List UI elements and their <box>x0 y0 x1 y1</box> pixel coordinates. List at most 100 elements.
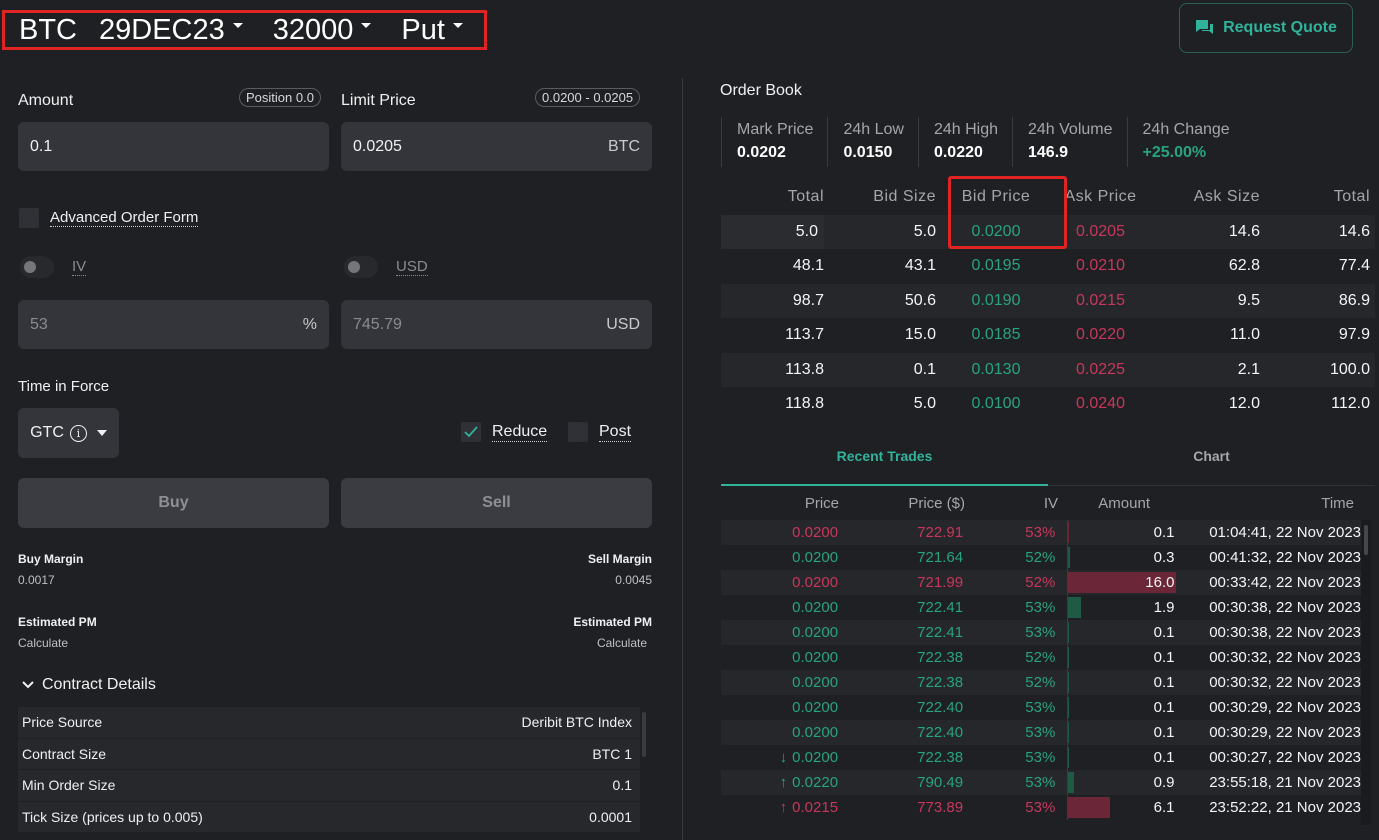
contract-details-title: Contract Details <box>42 676 156 693</box>
trade-price: 0.0200 <box>721 649 838 666</box>
detail-key: Min Order Size <box>22 777 116 794</box>
limit-price-input[interactable]: 0.0205 BTC <box>341 122 652 171</box>
reduce-label[interactable]: Reduce <box>492 423 548 442</box>
usd-input[interactable]: 745.79 USD <box>341 300 652 349</box>
order-book-row[interactable]: 48.1 43.1 0.0195 0.0210 62.8 77.4 <box>721 249 1375 284</box>
panel-divider <box>682 78 683 840</box>
order-book-title: Order Book <box>720 82 802 99</box>
trade-row: 0.0200 722.40 53% 0.1 00:30:29, 22 Nov 2023 <box>721 720 1361 745</box>
contract-details-toggle[interactable]: Contract Details <box>22 676 156 694</box>
limit-price-label: Limit Price <box>341 92 416 109</box>
column-header: Amount <box>1098 494 1150 512</box>
contract-detail-row: Price Source Deribit BTC Index <box>18 707 640 739</box>
arrow-down-icon: ↓ <box>779 749 788 766</box>
trade-iv: 53% <box>1025 724 1056 741</box>
trade-row: 0.0200 722.91 53% 0.1 01:04:41, 22 Nov 2023 <box>721 520 1361 545</box>
sell-margin-value: 0.0045 <box>615 573 652 587</box>
amount-input[interactable]: 0.1 <box>18 122 329 171</box>
scrollbar-thumb[interactable] <box>1364 525 1368 555</box>
trade-price-usd: 790.49 <box>917 774 964 791</box>
option-type-dropdown[interactable]: Put <box>401 14 463 47</box>
estimated-pm-calculate-link[interactable]: Calculate <box>18 636 68 650</box>
usd-toggle[interactable] <box>344 256 378 278</box>
iv-toggle[interactable] <box>20 256 54 278</box>
trade-amount-value: 0.1 <box>1153 524 1175 541</box>
advanced-order-checkbox[interactable] <box>19 208 39 228</box>
iv-input[interactable]: 53 % <box>18 300 329 349</box>
estimated-pm-label: Estimated PM <box>18 615 97 629</box>
trade-iv: 53% <box>1025 599 1056 616</box>
checkmark-icon <box>464 426 478 438</box>
trade-amount-value: 0.3 <box>1153 549 1175 566</box>
iv-toggle-label: IV <box>72 258 87 276</box>
contract-detail-row: Contract Size BTC 1 <box>18 738 640 770</box>
total-ask-cell: 14.6 <box>1338 222 1370 240</box>
column-header: Ask Price <box>1064 188 1137 206</box>
order-book-row[interactable]: 5.0 5.0 0.0200 0.0205 14.6 14.6 <box>721 214 1375 249</box>
trade-price: ↓ 0.0200 <box>721 749 838 766</box>
order-book-row[interactable]: 98.7 50.6 0.0190 0.0215 9.5 86.9 <box>721 283 1375 318</box>
trade-amount-value: 16.0 <box>1145 574 1175 591</box>
trade-time: 01:04:41, 22 Nov 2023 <box>1209 524 1362 541</box>
trade-price: 0.0200 <box>721 699 838 716</box>
trade-price-usd: 722.40 <box>917 724 964 741</box>
trade-time: 00:30:29, 22 Nov 2023 <box>1209 724 1362 741</box>
chevron-down-icon <box>22 681 34 689</box>
tab-chart[interactable]: Chart <box>1048 441 1375 485</box>
trade-price: 0.0200 <box>721 549 838 566</box>
instrument-selector: BTC 29DEC23 32000 Put <box>2 10 487 50</box>
order-book-row[interactable]: 118.8 5.0 0.0100 0.0240 12.0 112.0 <box>721 387 1375 422</box>
trade-amount: 0.1 <box>1067 695 1176 720</box>
trades-tabs: Recent Trades Chart <box>721 441 1375 486</box>
trade-row: 0.0200 721.64 52% 0.3 00:41:32, 22 Nov 2023 <box>721 545 1361 570</box>
stat-label: Mark Price <box>737 121 814 138</box>
request-quote-label: Request Quote <box>1223 19 1337 36</box>
total-bid-cell: 113.8 <box>785 360 824 378</box>
trade-row: 0.0200 722.40 53% 0.1 00:30:29, 22 Nov 2023 <box>721 695 1361 720</box>
trade-row: 0.0200 722.38 52% 0.1 00:30:32, 22 Nov 2023 <box>721 645 1361 670</box>
reduce-checkbox[interactable] <box>461 422 481 442</box>
trade-amount: 0.1 <box>1067 670 1176 695</box>
bid-size-cell: 15.0 <box>904 326 936 344</box>
total-ask-cell: 77.4 <box>1338 257 1370 275</box>
expiry-dropdown[interactable]: 29DEC23 <box>99 14 243 47</box>
ask-price-cell: 0.0215 <box>1076 291 1125 309</box>
request-quote-button[interactable]: Request Quote <box>1179 3 1353 53</box>
total-ask-cell: 112.0 <box>1331 395 1370 413</box>
recent-trades-scrollbar[interactable] <box>1361 520 1371 825</box>
trade-iv: 53% <box>1025 699 1056 716</box>
post-label[interactable]: Post <box>599 423 632 442</box>
trade-amount: 1.9 <box>1067 595 1176 620</box>
buy-button[interactable]: Buy <box>18 478 329 528</box>
trade-amount-value: 0.1 <box>1153 699 1175 716</box>
contract-details-scrollbar[interactable] <box>642 712 646 757</box>
total-bid-cell: 118.8 <box>785 395 824 413</box>
total-ask-cell: 100.0 <box>1329 360 1370 378</box>
trade-price-usd: 721.99 <box>917 574 964 591</box>
trade-row: 0.0200 721.99 52% 16.0 00:33:42, 22 Nov 2023 <box>721 570 1361 595</box>
trade-price-value: 0.0200 <box>792 724 839 741</box>
advanced-order-label[interactable]: Advanced Order Form <box>50 209 199 227</box>
trade-time: 00:33:42, 22 Nov 2023 <box>1209 574 1362 591</box>
total-bid-cell: 113.7 <box>785 326 824 344</box>
amount-bar <box>1068 647 1070 668</box>
trade-price-usd: 722.38 <box>917 649 964 666</box>
info-icon[interactable]: i <box>69 424 87 442</box>
estimated-pm-calculate-link[interactable]: Calculate <box>597 636 647 650</box>
trade-amount-value: 0.1 <box>1153 724 1175 741</box>
order-book-row[interactable]: 113.8 0.1 0.0130 0.0225 2.1 100.0 <box>721 352 1375 387</box>
tab-recent-trades[interactable]: Recent Trades <box>721 441 1048 486</box>
usd-value: 745.79 <box>353 315 402 333</box>
trade-price: ↑ 0.0215 <box>721 799 838 816</box>
trade-iv: 53% <box>1025 624 1056 641</box>
sell-button[interactable]: Sell <box>341 478 652 528</box>
order-book-row[interactable]: 113.7 15.0 0.0185 0.0220 11.0 97.9 <box>721 318 1375 353</box>
post-checkbox[interactable] <box>568 422 588 442</box>
strike-dropdown[interactable]: 32000 <box>273 14 372 47</box>
column-header: Bid Price <box>961 188 1031 206</box>
trade-price-usd: 722.38 <box>917 749 964 766</box>
time-in-force-dropdown[interactable]: GTC i <box>18 408 119 458</box>
column-header: IV <box>1043 494 1058 512</box>
limit-price-unit: BTC <box>608 137 640 155</box>
column-header: Total <box>787 188 824 206</box>
